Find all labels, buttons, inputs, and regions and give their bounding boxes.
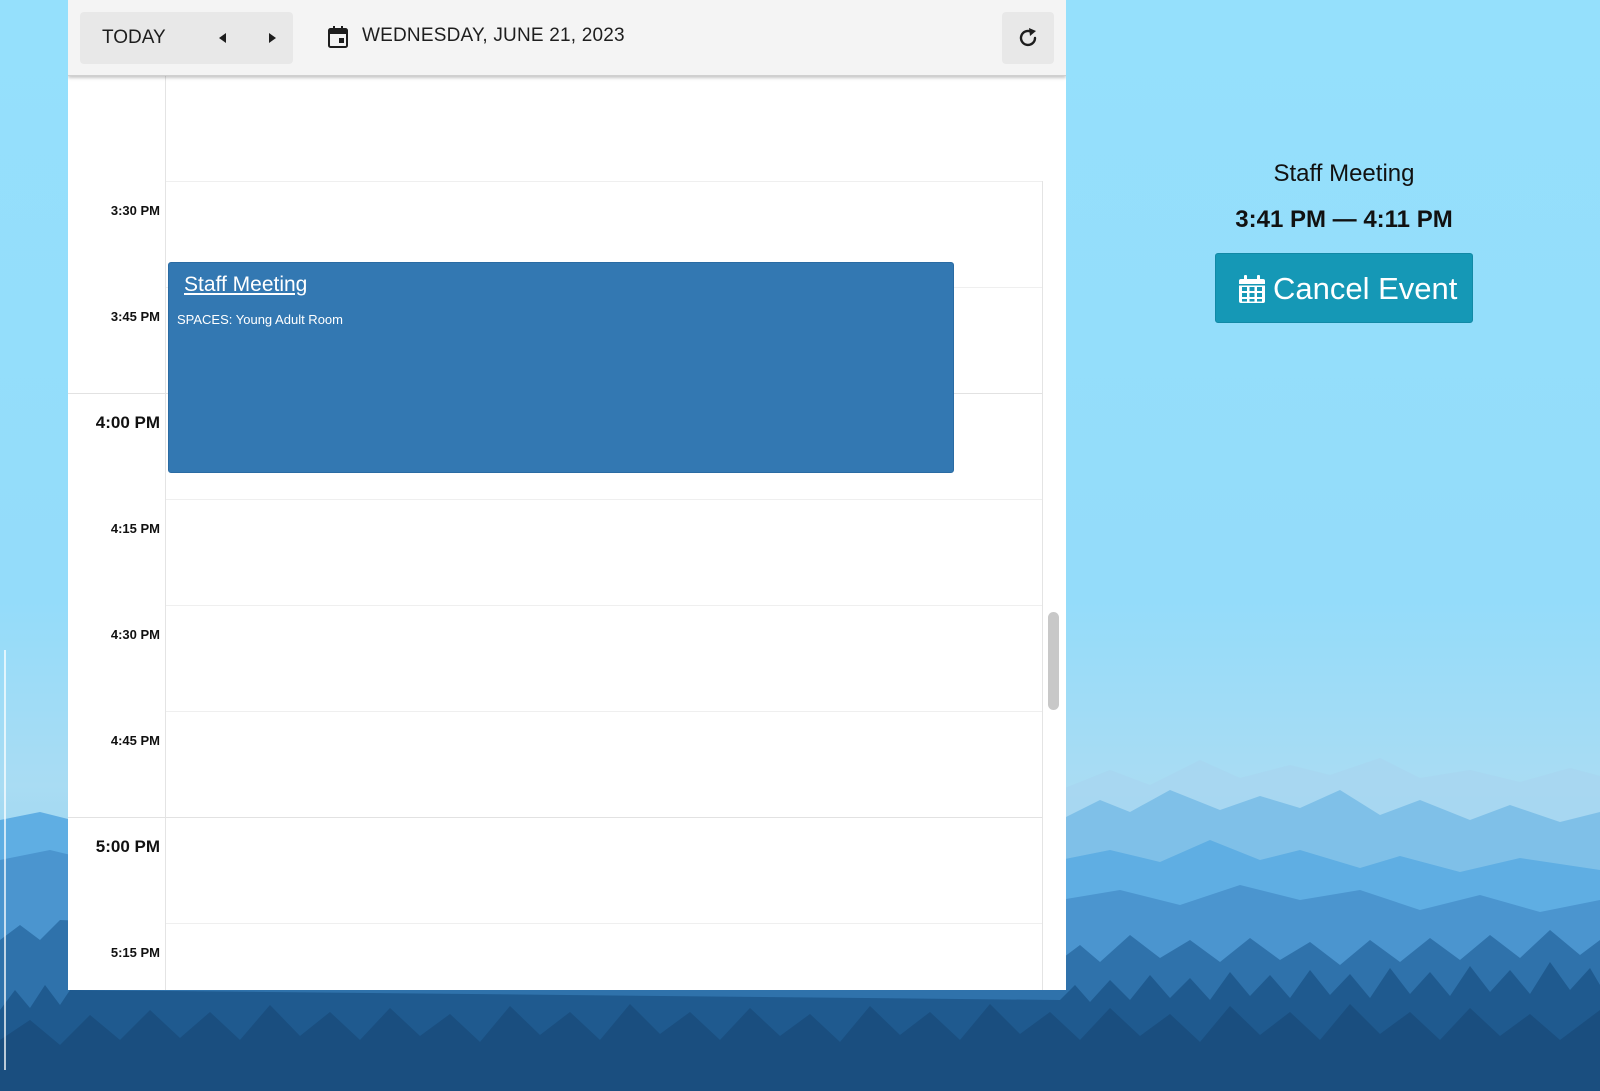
nav-button-group: TODAY bbox=[80, 12, 293, 64]
detail-event-title: Staff Meeting bbox=[1273, 160, 1415, 187]
cancel-event-button[interactable]: Cancel Event bbox=[1215, 253, 1473, 323]
slot-divider bbox=[68, 817, 1042, 818]
time-slot-label: 5:00 PM bbox=[95, 837, 160, 856]
current-date-label: WEDNESDAY, JUNE 21, 2023 bbox=[362, 25, 625, 46]
previous-day-button[interactable] bbox=[209, 24, 237, 52]
event-title-link[interactable]: Staff Meeting bbox=[184, 273, 307, 297]
slot-divider bbox=[166, 499, 1042, 500]
calendar-toolbar: TODAY WEDNESDAY, JUNE 21, 2023 bbox=[68, 0, 1066, 76]
time-slot-label: 4:30 PM bbox=[110, 627, 160, 642]
calendar-event-staff-meeting[interactable]: Staff Meeting SPACES: Young Adult Room bbox=[168, 262, 954, 473]
refresh-button[interactable] bbox=[1002, 12, 1054, 64]
time-slot-label: 3:30 PM bbox=[110, 203, 160, 218]
caret-right-icon bbox=[269, 33, 276, 43]
grid-right-border bbox=[1042, 181, 1043, 990]
next-day-button[interactable] bbox=[258, 24, 286, 52]
time-slot-label: 3:45 PM bbox=[110, 309, 160, 324]
time-slot-label: 4:00 PM bbox=[95, 413, 160, 432]
vertical-scrollbar-thumb[interactable] bbox=[1048, 612, 1059, 710]
calendar-panel: TODAY WEDNESDAY, JUNE 21, 2023 3:30 PM 3… bbox=[68, 0, 1066, 990]
caret-left-icon bbox=[219, 33, 226, 43]
time-slot-label: 4:45 PM bbox=[110, 733, 160, 748]
event-location: SPACES: Young Adult Room bbox=[177, 312, 343, 327]
event-detail-panel: Staff Meeting 3:41 PM — 4:11 PM Cancel E… bbox=[1160, 0, 1528, 330]
today-button[interactable]: TODAY bbox=[90, 24, 178, 52]
slot-divider bbox=[166, 605, 1042, 606]
day-time-grid: 3:30 PM 3:45 PM 4:00 PM 4:15 PM 4:30 PM 4:45 … bbox=[68, 75, 1066, 990]
slot-divider bbox=[166, 711, 1042, 712]
slot-divider bbox=[166, 181, 1042, 182]
slot-divider bbox=[166, 923, 1042, 924]
detail-event-time-range: 3:41 PM — 4:11 PM bbox=[1235, 206, 1453, 233]
cancel-event-label: Cancel Event bbox=[1273, 271, 1458, 306]
time-slot-label: 5:15 PM bbox=[110, 945, 160, 960]
time-gutter-divider bbox=[165, 75, 166, 990]
time-slot-label: 4:15 PM bbox=[110, 521, 160, 536]
calendar-grid-icon bbox=[1239, 275, 1265, 303]
refresh-icon bbox=[1019, 28, 1037, 47]
calendar-icon bbox=[328, 26, 348, 48]
window-edge bbox=[4, 650, 6, 1070]
